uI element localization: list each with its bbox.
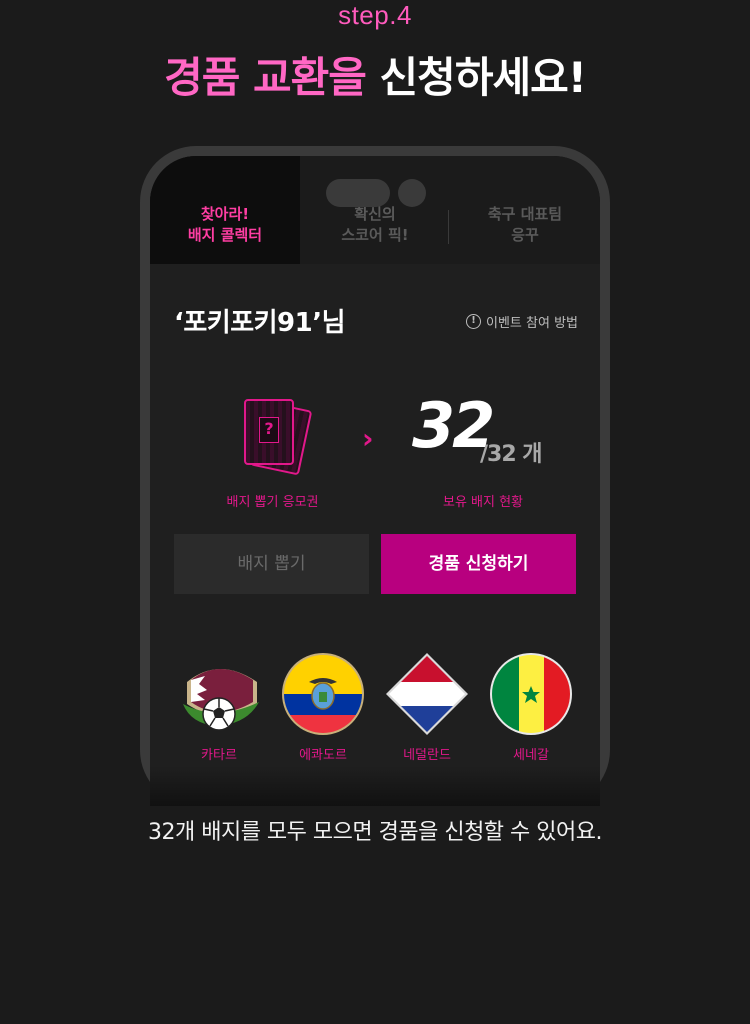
ticket-caption: 배지 뽑기 응모권 <box>226 495 319 510</box>
apply-prize-button[interactable]: 경품 신청하기 <box>381 534 576 594</box>
question-mark-icon: ? <box>259 417 279 443</box>
badge-label: 카타르 <box>201 748 237 763</box>
tab-divider <box>448 210 449 244</box>
tab-line2: 스코어 픽! <box>341 226 409 244</box>
badge-label: 에콰도르 <box>299 748 347 763</box>
ticket-cards-icon: ? <box>240 399 313 479</box>
tab-badge-collector[interactable]: 찾아라! 배지 콜렉터 <box>150 204 300 246</box>
owned-caption: 보유 배지 현황 <box>442 495 524 510</box>
owned-total: /32 개 <box>480 442 543 467</box>
tab-line1: 확신의 <box>354 205 396 223</box>
tab-line2: 응꾸 <box>511 226 539 244</box>
qatar-flag-icon <box>177 652 261 736</box>
netherlands-flag-icon <box>385 652 469 736</box>
event-howto-link[interactable]: ! 이벤트 참여 방법 <box>466 312 578 331</box>
draw-badge-button[interactable]: 배지 뽑기 <box>174 534 369 594</box>
headline-rest: 신청하세요! <box>379 53 587 102</box>
tab-line1: 축구 대표팀 <box>487 205 563 223</box>
step-label: step.4 <box>338 0 412 30</box>
user-name: ‘포키포키91’님 <box>174 308 346 338</box>
phone-mockup: 찾아라! 배지 콜렉터 확신의 스코어 픽! 축구 대표팀 응꾸 ‘포키포키91… <box>140 146 610 806</box>
front-camera <box>398 179 426 207</box>
tab-team-cheer[interactable]: 축구 대표팀 응꾸 <box>455 204 595 246</box>
badge-qatar[interactable]: 카타르 <box>174 652 264 763</box>
ecuador-flag-icon <box>281 652 365 736</box>
phone-screen: 찾아라! 배지 콜렉터 확신의 스코어 픽! 축구 대표팀 응꾸 ‘포키포키91… <box>150 156 600 806</box>
badge-ecuador[interactable]: 에콰도르 <box>278 652 368 763</box>
badge-senegal[interactable]: 세네갈 <box>486 652 576 763</box>
tab-bar: 찾아라! 배지 콜렉터 확신의 스코어 픽! 축구 대표팀 응꾸 <box>150 156 600 284</box>
collector-panel: ‘포키포키91’님 ! 이벤트 참여 방법 ? 배지 뽑기 응모권 › 32 /… <box>150 264 600 806</box>
tab-score-pick[interactable]: 확신의 스코어 픽! <box>310 204 440 246</box>
card-front: ? <box>244 399 294 465</box>
badge-netherlands[interactable]: 네덜란드 <box>382 652 472 763</box>
dynamic-island <box>326 179 390 207</box>
badge-label: 네덜란드 <box>403 748 451 763</box>
howto-label: 이벤트 참여 방법 <box>486 316 578 331</box>
headline: 경품 교환을 신청하세요! <box>0 50 750 106</box>
tab-line2: 배지 콜렉터 <box>187 226 263 244</box>
badge-list: 카타르 에콰도르 네덜란드 세네갈 <box>174 652 576 772</box>
description-text: 32개 배지를 모두 모으면 경품을 신청할 수 있어요. <box>147 820 603 845</box>
tab-line1: 찾아라! <box>200 205 250 223</box>
badge-label: 세네갈 <box>513 748 549 763</box>
bottom-fade <box>150 766 600 806</box>
senegal-flag-icon <box>489 652 573 736</box>
chevron-right-icon: › <box>362 422 374 455</box>
info-icon: ! <box>466 314 481 329</box>
headline-highlight: 경품 교환을 <box>164 53 367 102</box>
